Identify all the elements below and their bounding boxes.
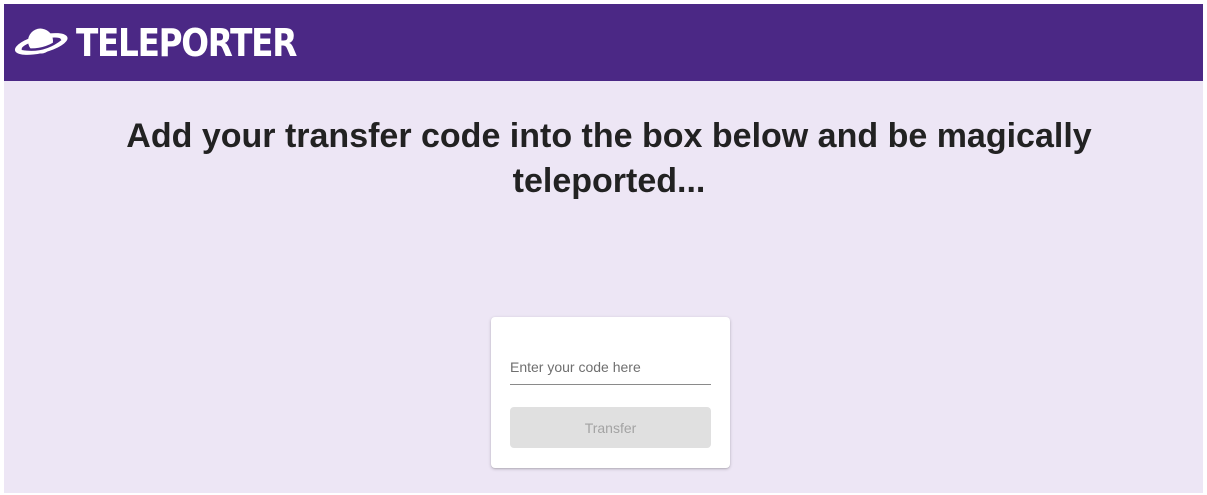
transfer-code-input[interactable]: [510, 353, 711, 385]
transfer-card: Transfer: [491, 317, 730, 468]
page: TELEPORTER Add your transfer code into t…: [4, 4, 1203, 493]
page-headline: Add your transfer code into the box belo…: [126, 117, 1092, 200]
planet-icon: [14, 28, 68, 55]
brand-logo-text: TELEPORTER: [76, 20, 297, 65]
app-header: TELEPORTER: [4, 4, 1203, 81]
transfer-button[interactable]: Transfer: [510, 407, 711, 448]
